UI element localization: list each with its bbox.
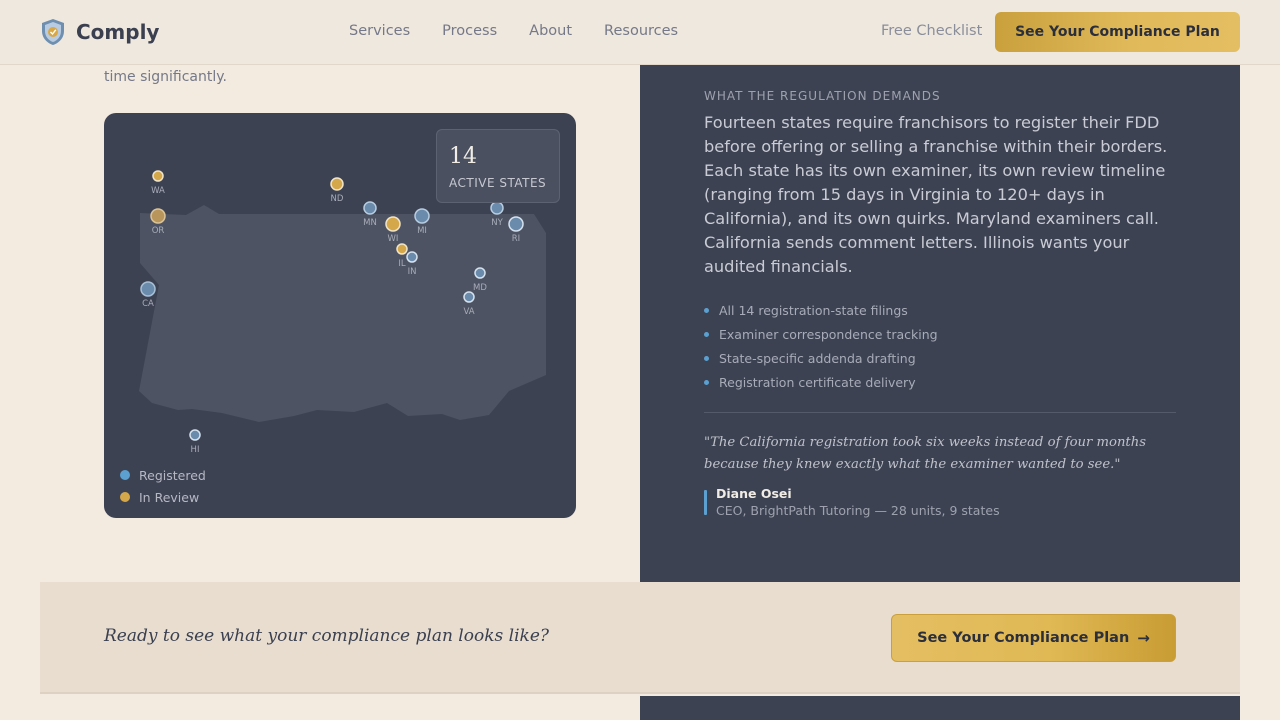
author-role: CEO, BrightPath Tutoring — 28 units, 9 s…: [716, 503, 1000, 518]
state-label-or: OR: [152, 226, 165, 236]
regulation-body-text: Fourteen states require franchisors to r…: [704, 113, 1168, 276]
navbar: Comply Services Process About Resources …: [0, 0, 1280, 65]
state-map-card: WA OR CA ND MN WI MI IL IN NY RI MD VA H…: [104, 113, 576, 518]
author-accent-bar: [704, 490, 707, 515]
cta-prompt: Ready to see what your compliance plan l…: [104, 626, 549, 646]
list-item: Registration certificate delivery: [704, 370, 938, 394]
state-label-hi: HI: [191, 445, 200, 455]
arrow-right-icon: →: [1137, 629, 1150, 647]
testimonial-quote: "The California registration took six we…: [704, 435, 1146, 472]
regulation-panel: WHAT THE REGULATION DEMANDS Fourteen sta…: [640, 65, 1240, 582]
active-states-label: ACTIVE STATES: [449, 176, 547, 190]
nav-link-process[interactable]: Process: [442, 23, 497, 39]
bullet-dot: [704, 379, 709, 385]
nav-link-resources[interactable]: Resources: [604, 23, 678, 39]
list-item: All 14 registration-state filings: [704, 298, 938, 322]
state-label-va: VA: [463, 307, 474, 317]
section-eyebrow: WHAT THE REGULATION DEMANDS: [704, 89, 941, 103]
list-item: State-specific addenda drafting: [704, 346, 938, 370]
legend-label-registered: Registered: [139, 467, 206, 483]
map-legend: Registered In Review: [120, 464, 206, 508]
marker-ri: [508, 216, 524, 232]
marker-wa: [152, 170, 164, 182]
next-section-panel: [640, 696, 1240, 720]
bullet-text: Examiner correspondence tracking: [719, 326, 938, 342]
marker-md: [474, 267, 486, 279]
bullet-text: State-specific addenda drafting: [719, 350, 916, 366]
logo-text: Comply: [76, 20, 160, 44]
divider: [704, 412, 1176, 413]
state-label-ny: NY: [491, 218, 503, 228]
author-name: Diane Osei: [716, 486, 792, 501]
bullet-text: All 14 registration-state filings: [719, 302, 908, 318]
logo[interactable]: Comply: [40, 18, 159, 46]
state-label-wi: WI: [388, 234, 399, 244]
legend-item-in-review: In Review: [120, 486, 206, 508]
legend-item-registered: Registered: [120, 464, 206, 486]
legend-label-in-review: In Review: [139, 489, 200, 505]
nav-link-services[interactable]: Services: [349, 23, 410, 39]
marker-in: [406, 251, 418, 263]
marker-wi: [385, 216, 401, 232]
marker-hi: [189, 429, 201, 441]
marker-va: [463, 291, 475, 303]
free-checklist-link[interactable]: Free Checklist: [881, 23, 982, 39]
state-label-nd: ND: [331, 194, 344, 204]
bullet-dot: [704, 307, 709, 313]
state-label-il: IL: [398, 259, 406, 269]
active-states-stat: 14 ACTIVE STATES: [436, 129, 560, 203]
state-label-ca: CA: [142, 299, 154, 309]
bullet-dot: [704, 355, 709, 361]
state-label-md: MD: [473, 283, 487, 293]
active-states-count: 14: [449, 144, 477, 169]
marker-mi: [414, 208, 430, 224]
bullet-dot: [704, 331, 709, 337]
state-label-mi: MI: [417, 226, 427, 236]
state-label-in: IN: [408, 267, 417, 277]
intro-text-tail: time significantly.: [104, 69, 227, 85]
marker-or: [150, 208, 166, 224]
compliance-plan-button[interactable]: See Your Compliance Plan →: [891, 614, 1176, 662]
nav-link-about[interactable]: About: [529, 23, 572, 39]
state-label-mn: MN: [363, 218, 377, 228]
legend-dot-in-review: [120, 492, 130, 502]
marker-ny: [490, 201, 504, 215]
testimonial-author: Diane Osei CEO, BrightPath Tutoring — 28…: [704, 485, 1000, 519]
marker-nd: [330, 177, 344, 191]
marker-ca: [140, 281, 156, 297]
state-label-wa: WA: [151, 186, 165, 196]
bullet-text: Registration certificate delivery: [719, 374, 916, 390]
marker-il: [396, 243, 408, 255]
legend-dot-registered: [120, 470, 130, 480]
deliverables-list: All 14 registration-state filings Examin…: [704, 298, 938, 394]
us-map-silhouette: [139, 205, 546, 422]
list-item: Examiner correspondence tracking: [704, 322, 938, 346]
cta-band: Ready to see what your compliance plan l…: [40, 582, 1240, 694]
shield-icon: [42, 19, 64, 45]
author-info: Diane Osei CEO, BrightPath Tutoring — 28…: [716, 485, 1000, 519]
state-label-ri: RI: [512, 234, 520, 244]
cta-button-label: See Your Compliance Plan: [917, 630, 1130, 646]
nav-links: Services Process About Resources: [349, 23, 678, 39]
nav-compliance-plan-button[interactable]: See Your Compliance Plan: [995, 12, 1240, 52]
marker-mn: [363, 201, 377, 215]
